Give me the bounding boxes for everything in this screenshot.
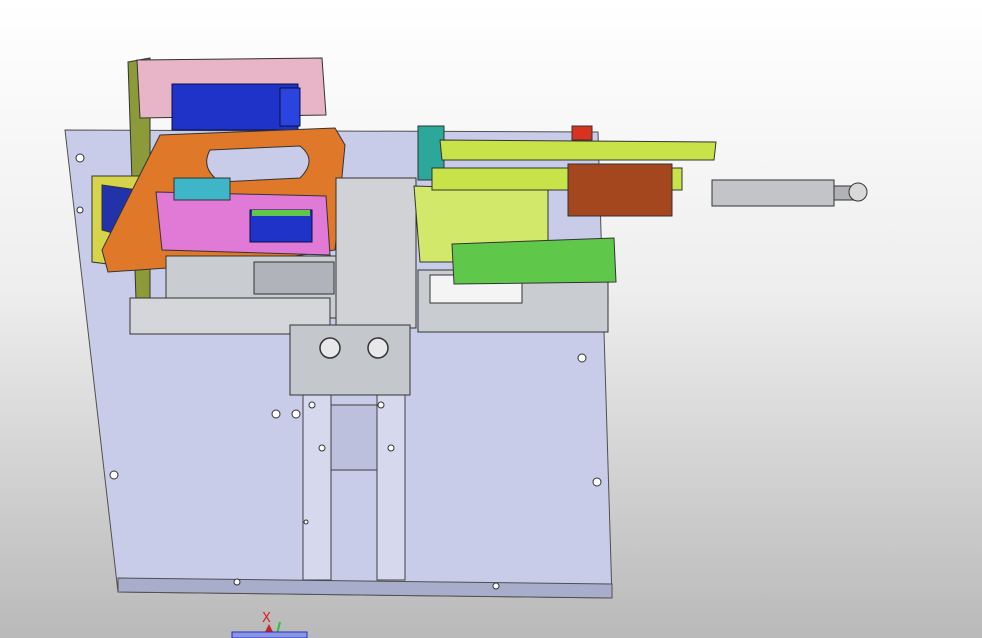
cad-viewport[interactable]: X	[0, 0, 982, 638]
nozzle-left	[319, 337, 341, 359]
nozzle-right	[367, 337, 389, 359]
steel-center-column[interactable]	[335, 177, 417, 329]
slot-window	[330, 404, 378, 471]
triad-x-label: X	[262, 611, 271, 626]
green-plate[interactable]	[451, 237, 617, 285]
assembly-model[interactable]	[0, 0, 982, 638]
yellow-green-slide[interactable]	[439, 139, 717, 161]
blue-cylinder[interactable]	[171, 83, 299, 131]
red-tab	[571, 125, 593, 141]
steel-lower-block[interactable]	[289, 324, 411, 396]
magenta-green-strip	[252, 210, 310, 216]
blue-cylinder-cap	[279, 87, 301, 127]
steel-block-grey	[253, 261, 335, 295]
cylinder-fitting	[848, 182, 868, 202]
teal-clamp[interactable]	[173, 177, 231, 201]
slot-rail-left	[302, 384, 332, 581]
brown-block[interactable]	[567, 163, 673, 217]
pneumatic-cylinder[interactable]	[711, 179, 835, 207]
slot-rail-right	[376, 384, 406, 581]
